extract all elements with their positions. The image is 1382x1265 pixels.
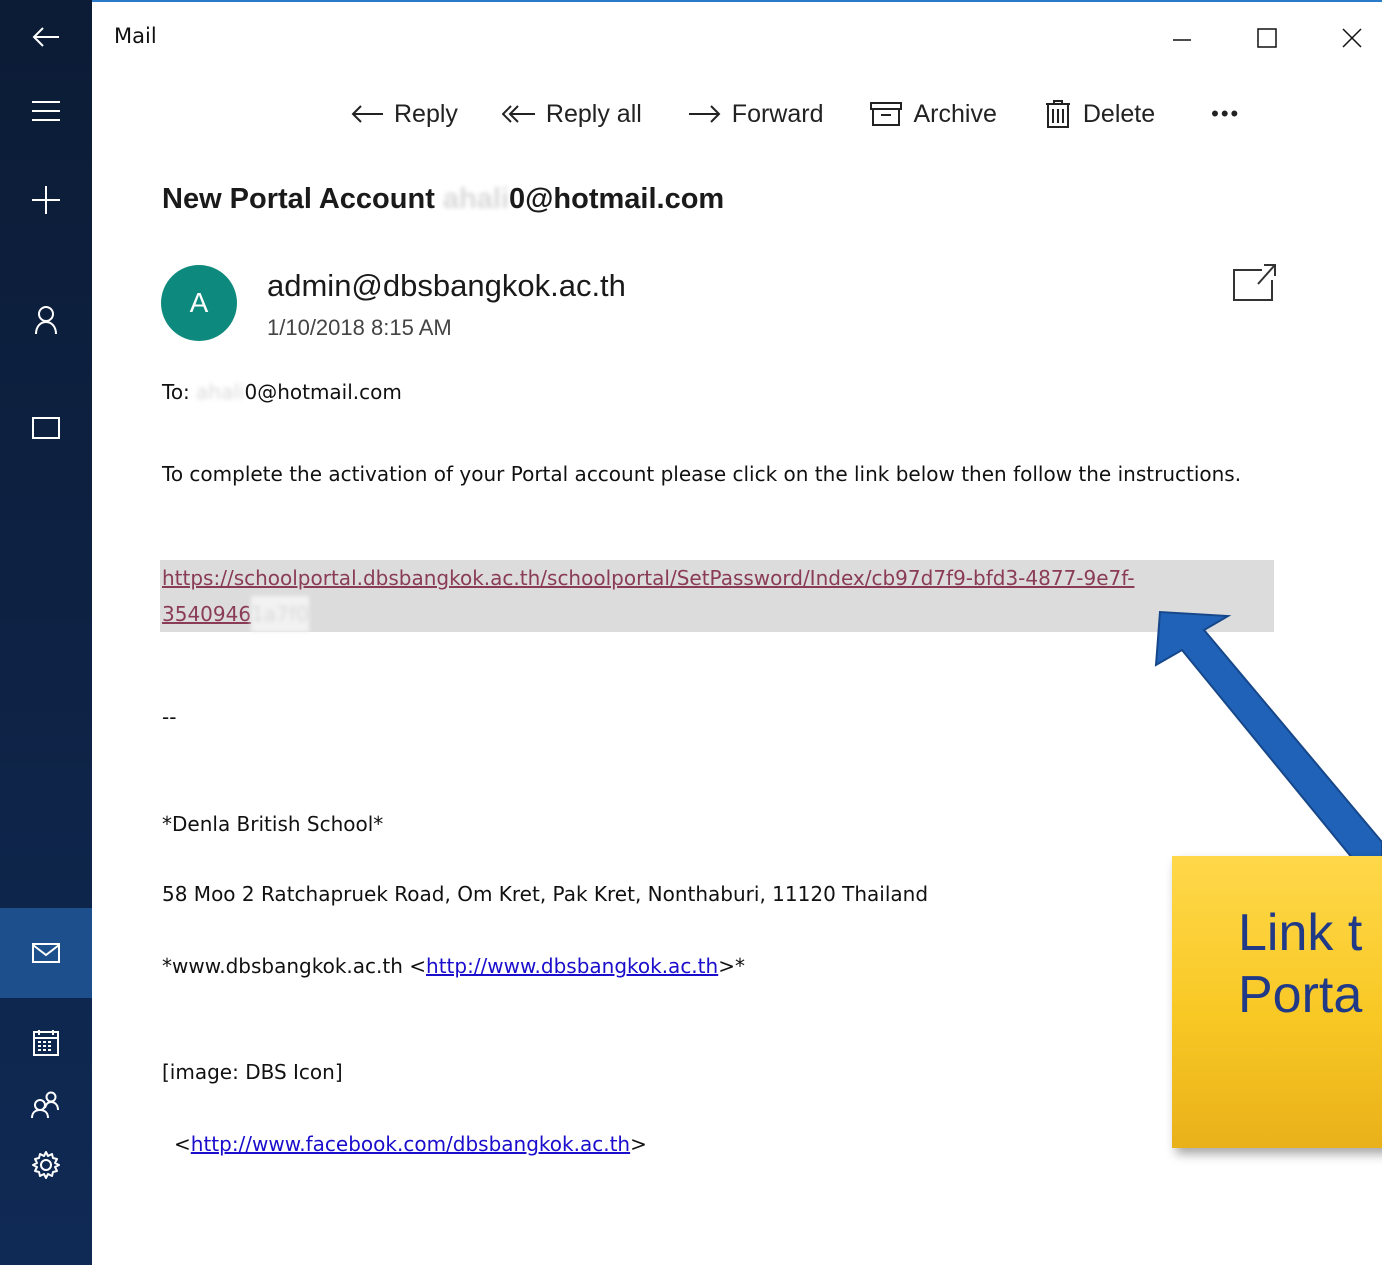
callout-text: Link t Porta: [1238, 904, 1363, 1024]
callout-arrow-shape: [1154, 610, 1382, 871]
